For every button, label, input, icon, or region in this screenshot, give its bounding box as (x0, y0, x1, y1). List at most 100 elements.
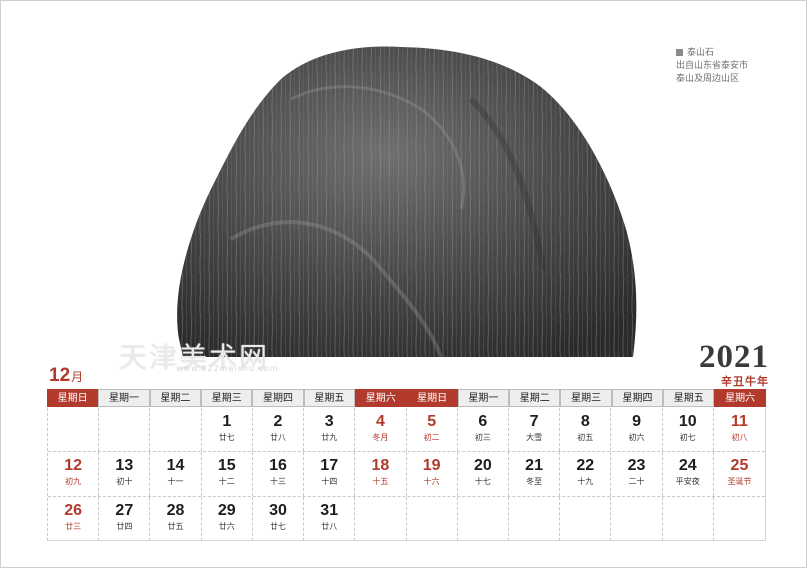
day-number: 29 (217, 501, 236, 519)
lunar-date: 廿五 (167, 521, 184, 531)
date-cell: 9 初六 (611, 408, 663, 452)
empty-cell (714, 497, 765, 541)
day-number: 11 (730, 413, 748, 430)
date-cell: 18 十五 (355, 452, 407, 496)
lunar-date: 初六 (628, 433, 645, 442)
date-cell: 21 冬至 (509, 452, 561, 496)
weekday-header: 星期日 (47, 389, 99, 407)
day-number: 23 (627, 457, 646, 475)
lunar-date: 圣诞节 (727, 477, 752, 487)
date-cell: 2 廿八 (253, 408, 305, 452)
empty-cell (663, 496, 714, 541)
date-cell: 17 十四 (304, 452, 356, 496)
day-number: 22 (576, 457, 595, 475)
calendar-page: 泰山石 出自山东省泰安市 泰山及周边山区 天津美术网 www.022meishu… (0, 0, 807, 568)
month-label: 12月 (49, 365, 83, 387)
lunar-year: 辛丑牛年 (721, 375, 769, 388)
day-number: 21 (525, 457, 543, 475)
day-number: 6 (478, 413, 488, 430)
caption-line: 泰山及周边山区 (676, 74, 740, 84)
date-cell: 4 冬月 (355, 408, 407, 452)
day-number: 27 (115, 501, 134, 519)
stone-caption: 泰山石 出自山东省泰安市 泰山及周边山区 (676, 47, 748, 86)
day-number: 12 (64, 457, 82, 475)
week-row: 26 廿三 27 廿四 28 廿五 29 廿六 30 廿七 31 廿八 (48, 496, 765, 541)
lunar-date: 廿八 (269, 433, 286, 442)
day-number: 31 (320, 501, 339, 519)
date-cell: 23 二十 (611, 452, 663, 496)
date-cell: 5 初二 (407, 408, 458, 452)
date-cell: 13 初十 (99, 452, 151, 496)
lunar-date: 十六 (423, 477, 440, 487)
weekday-header: 星期四 (252, 389, 304, 407)
lunar-date: 初七 (679, 433, 696, 442)
weekday-header: 星期五 (663, 389, 715, 407)
weekday-header: 星期三 (560, 389, 612, 407)
empty-cell (509, 496, 561, 541)
weekday-header: 星期日 (406, 389, 458, 407)
day-number: 1 (222, 413, 232, 430)
date-cell: 31 廿八 (304, 496, 356, 541)
lunar-date: 大雪 (526, 433, 543, 442)
date-cell: 29 廿六 (202, 496, 253, 541)
caption-title: 泰山石 (687, 48, 715, 58)
empty-cell (355, 496, 407, 541)
lunar-date: 平安夜 (675, 477, 700, 487)
caption-square-icon (676, 49, 683, 56)
lunar-date: 二十 (628, 477, 645, 487)
day-number: 15 (217, 457, 236, 475)
date-cell: 1 廿七 (202, 408, 253, 452)
day-number: 7 (529, 413, 539, 430)
date-cell: 28 廿五 (150, 496, 202, 541)
date-cell: 8 初五 (560, 408, 612, 452)
lunar-date: 十三 (269, 477, 286, 487)
date-cell: 26 廿三 (48, 496, 100, 541)
date-cell: 19 十六 (407, 452, 458, 496)
lunar-date: 廿三 (65, 521, 82, 531)
lunar-date: 初五 (577, 433, 594, 442)
lunar-date: 廿四 (116, 521, 133, 531)
lunar-date: 廿七 (269, 521, 286, 531)
lunar-date: 十一 (167, 477, 184, 487)
lunar-date: 廿六 (218, 521, 235, 531)
day-number: 4 (375, 413, 385, 430)
date-cell: 30 廿七 (253, 496, 305, 541)
lunar-date: 初三 (474, 433, 491, 442)
lunar-date: 十五 (372, 477, 389, 487)
weekday-header: 星期一 (457, 389, 510, 407)
week-row: 12 初九 13 初十 14 十一 15 十二 16 十三 17 十四 18 十五 19 十六 20 十七 21 冬至… (48, 452, 765, 497)
lunar-date: 初八 (731, 433, 748, 442)
stone-photo (171, 39, 641, 359)
date-cell: 27 廿四 (99, 496, 151, 541)
weekday-header: 星期二 (509, 389, 561, 407)
day-number: 26 (64, 501, 82, 519)
lunar-date: 初九 (65, 477, 82, 487)
weekday-header: 星期一 (98, 389, 150, 407)
lunar-date: 十二 (218, 477, 235, 487)
weekday-header: 星期六 (355, 389, 407, 407)
date-cell: 16 十三 (253, 452, 305, 496)
date-cell: 11 初八 (714, 408, 765, 451)
day-number: 3 (324, 413, 334, 430)
month-number: 12 (49, 365, 71, 386)
empty-cell (458, 496, 509, 541)
day-number: 8 (580, 413, 590, 430)
day-number: 9 (632, 413, 641, 430)
day-number: 20 (473, 457, 492, 475)
year-number: 2021 (699, 339, 769, 375)
weekday-header-row: 星期日 星期一 星期二 星期三 星期四 星期五 星期六 星期日 星期一 星期二 星期三 星期四 星期五星… (47, 389, 766, 408)
date-cell: 10 初七 (663, 408, 714, 452)
date-cell: 15 十二 (202, 452, 253, 496)
date-cell: 14 十一 (150, 452, 202, 496)
lunar-date: 十九 (577, 477, 594, 487)
day-number: 28 (166, 501, 185, 519)
empty-cell (560, 496, 612, 541)
date-cell: 6 初三 (458, 408, 509, 452)
lunar-date: 初十 (116, 477, 133, 487)
week-row: 1 廿七 2 廿八 3 廿九 4 冬月 5 初二 6 初三 7 大雪 8 初五 9 初六 10 初七 11 初八 (48, 408, 765, 453)
day-number: 17 (320, 457, 339, 475)
day-number: 18 (371, 457, 390, 475)
weekday-header: 星期二 (149, 389, 202, 407)
caption-line: 出自山东省泰安市 (676, 61, 749, 71)
weekday-header: 星期六 (714, 389, 766, 407)
